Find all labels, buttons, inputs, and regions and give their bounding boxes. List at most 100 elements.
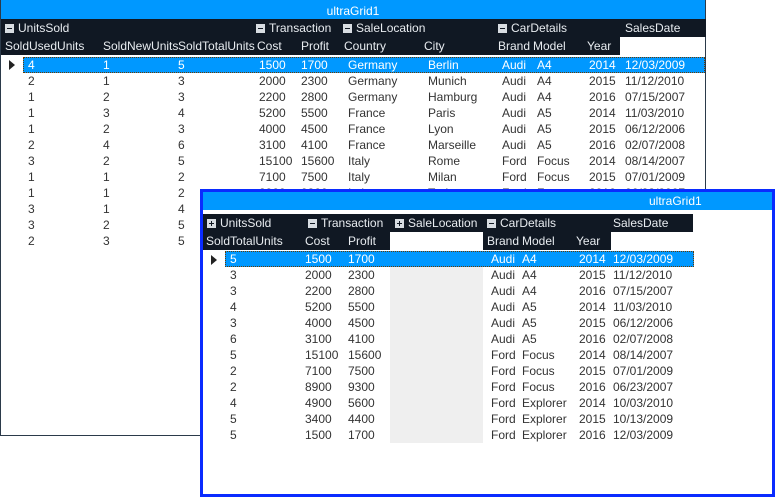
table-cell[interactable]: A4 [522, 283, 537, 299]
table-cell[interactable]: 5 [230, 411, 237, 427]
table-cell[interactable]: 02/07/2008 [625, 137, 685, 153]
table-cell[interactable]: 2014 [579, 251, 606, 267]
table-cell[interactable]: 12/03/2009 [613, 251, 673, 267]
table-cell[interactable]: 2 [103, 89, 110, 105]
table-cell[interactable]: Focus [522, 363, 555, 379]
table-cell[interactable]: 5600 [348, 395, 375, 411]
table-cell[interactable]: A5 [522, 315, 537, 331]
table-cell[interactable]: 2015 [589, 169, 616, 185]
table-cell[interactable]: 4 [178, 105, 185, 121]
table-cell[interactable]: 2 [103, 121, 110, 137]
group-header-salelocation[interactable]: SaleLocation [343, 19, 425, 37]
table-cell[interactable]: Audi [502, 57, 526, 73]
table-cell[interactable]: Audi [502, 105, 526, 121]
table-cell[interactable]: 11/03/2010 [625, 105, 684, 121]
table-cell[interactable]: Audi [491, 315, 515, 331]
collapse-icon[interactable] [308, 219, 317, 228]
group-header-transaction[interactable]: Transaction [308, 214, 383, 232]
table-cell[interactable]: 2000 [305, 267, 332, 283]
table-row[interactable]: 2 1 3 2000 2300 Germany Munich Audi A4 2015 11/12/… [23, 73, 705, 89]
table-cell[interactable]: Ford [491, 379, 516, 395]
table-cell[interactable]: 15600 [301, 153, 334, 169]
table-cell[interactable]: 5 [230, 251, 237, 267]
table-cell[interactable]: 4500 [348, 315, 375, 331]
table-cell[interactable]: 8900 [305, 379, 332, 395]
table-cell[interactable]: France [348, 121, 385, 137]
table-cell[interactable]: A5 [522, 299, 537, 315]
table-cell[interactable]: Ford [491, 347, 516, 363]
table-cell[interactable]: 10/03/2010 [613, 395, 673, 411]
table-cell[interactable]: 2 [230, 379, 237, 395]
table-cell[interactable]: 2016 [579, 331, 606, 347]
col-header[interactable]: SoldUsedUnits [5, 37, 84, 55]
table-row[interactable]: 3 4000 4500 Audi A5 2015 06/12/2006 [225, 315, 694, 331]
table-cell[interactable]: 2014 [589, 57, 616, 73]
table-row[interactable]: 1 2 3 4000 4500 France Lyon Audi A5 2015 06/12/200… [23, 121, 705, 137]
table-cell[interactable]: 1 [103, 73, 110, 89]
ultragrid1-window-front[interactable]: ultraGrid1 UnitsSold Transaction SaleLoc… [200, 189, 775, 497]
col-header[interactable]: SoldNewUnits [103, 37, 178, 55]
table-cell[interactable]: 7500 [301, 169, 328, 185]
group-header-unitssold[interactable]: UnitsSold [5, 19, 69, 37]
table-cell[interactable]: A5 [537, 105, 552, 121]
table-cell[interactable]: 3 [178, 73, 185, 89]
table-cell[interactable]: 2015 [589, 121, 616, 137]
table-cell[interactable]: 2200 [259, 89, 286, 105]
table-cell[interactable]: A4 [522, 251, 537, 267]
table-cell[interactable]: 2200 [305, 283, 332, 299]
table-cell[interactable]: Explorer [522, 427, 567, 443]
table-cell[interactable]: 15100 [305, 347, 338, 363]
table-cell[interactable]: A5 [537, 121, 552, 137]
table-row[interactable]: 2 4 6 3100 4100 France Marseille Audi A5 2016 02/0… [23, 137, 705, 153]
table-cell[interactable]: 2016 [589, 89, 616, 105]
table-cell[interactable]: 07/01/2009 [625, 169, 685, 185]
table-cell[interactable]: Germany [348, 57, 397, 73]
table-cell[interactable]: 2 [28, 73, 35, 89]
col-header[interactable]: Profit [301, 37, 329, 55]
table-cell[interactable]: Germany [348, 73, 397, 89]
table-cell[interactable]: A4 [537, 73, 552, 89]
table-cell[interactable]: 2800 [348, 283, 375, 299]
table-row[interactable]: 6 3100 4100 Audi A5 2016 02/07/2008 [225, 331, 694, 347]
col-header[interactable]: SoldTotalUnits [206, 232, 283, 250]
table-cell[interactable]: 3 [28, 201, 35, 217]
table-cell[interactable]: 06/23/2007 [613, 379, 673, 395]
table-cell[interactable]: 7100 [305, 363, 332, 379]
col-header[interactable]: Cost [257, 37, 282, 55]
table-cell[interactable]: 2016 [579, 283, 606, 299]
table-cell[interactable]: Germany [348, 89, 397, 105]
table-cell[interactable]: 7100 [259, 169, 286, 185]
table-cell[interactable]: Rome [428, 153, 460, 169]
table-cell[interactable]: 5200 [259, 105, 286, 121]
table-cell[interactable]: 5500 [301, 105, 328, 121]
expand-icon[interactable] [395, 219, 404, 228]
table-cell[interactable]: 15100 [259, 153, 292, 169]
table-cell[interactable]: 1700 [348, 251, 375, 267]
col-header[interactable]: Brand [487, 232, 519, 250]
group-header-unitssold[interactable]: UnitsSold [207, 214, 271, 232]
table-cell[interactable]: 7500 [348, 363, 375, 379]
table-cell[interactable]: Italy [348, 153, 370, 169]
table-cell[interactable]: 3 [230, 283, 237, 299]
table-cell[interactable]: 1500 [305, 427, 332, 443]
table-cell[interactable]: 2015 [579, 411, 606, 427]
table-cell[interactable]: 1 [103, 201, 110, 217]
collapse-icon[interactable] [498, 24, 507, 33]
col-header[interactable]: Profit [348, 232, 376, 250]
table-cell[interactable]: 2300 [348, 267, 375, 283]
table-cell[interactable]: 3 [178, 121, 185, 137]
table-cell[interactable]: 1 [103, 169, 110, 185]
table-cell[interactable]: Audi [491, 331, 515, 347]
table-cell[interactable]: 1500 [305, 251, 332, 267]
collapse-icon[interactable] [343, 24, 352, 33]
table-cell[interactable]: A4 [537, 57, 552, 73]
table-cell[interactable]: 2 [28, 233, 35, 249]
table-cell[interactable]: 5 [178, 57, 185, 73]
table-cell[interactable]: A5 [522, 331, 537, 347]
table-row[interactable]: 1 3 4 5200 5500 France Paris Audi A5 2014 11/03/20… [23, 105, 705, 121]
table-cell[interactable]: 10/13/2009 [613, 411, 673, 427]
table-cell[interactable]: 1 [103, 185, 110, 201]
table-cell[interactable]: Audi [491, 267, 515, 283]
table-cell[interactable]: 5 [178, 233, 185, 249]
table-cell[interactable]: Munich [428, 73, 467, 89]
